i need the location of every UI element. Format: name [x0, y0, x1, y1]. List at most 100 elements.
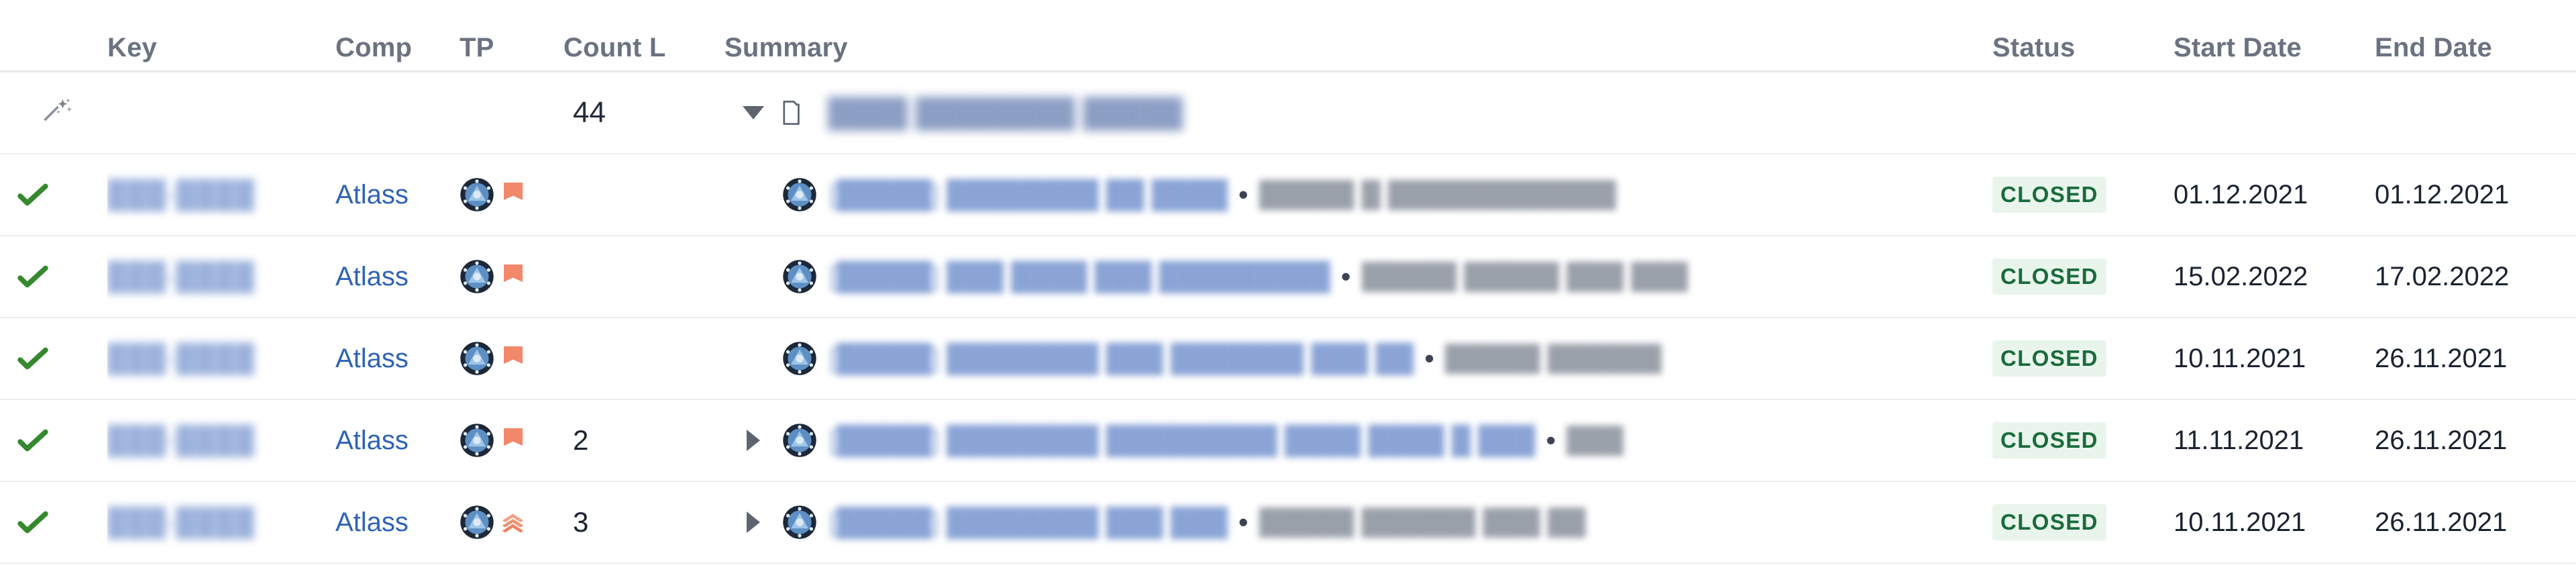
summary-separator: •	[1340, 260, 1351, 292]
priority-highest-chevrons-icon	[498, 506, 529, 538]
summary-link[interactable]: [█████] ████████ ███ ███	[829, 508, 1228, 538]
status-badge: CLOSED	[1992, 422, 2106, 458]
start-date-value: 10.11.2021	[2174, 507, 2306, 537]
row-key-cell[interactable]: ███-████	[107, 482, 335, 563]
row-count-links-cell	[564, 318, 724, 399]
summary-description: █████ █ ████████████	[1258, 179, 1617, 209]
summary-link[interactable]: [█████] ████████ ██ ████	[829, 180, 1228, 210]
end-date-value: 26.11.2021	[2375, 507, 2508, 537]
company-link[interactable]: Atlass	[335, 180, 453, 210]
table-row[interactable]: ███-████ Atlass [█████] ███ ████ ███ ███…	[0, 236, 2576, 318]
grid-header-row: Key Comp TP Count L Summary Status Start…	[0, 0, 2576, 72]
row-resolution-cell	[0, 154, 107, 235]
group-summary-row[interactable]: 44 ████ ████████ █████	[0, 72, 2576, 154]
row-resolution-cell	[0, 400, 107, 481]
arc-reactor-avatar-icon[interactable]	[460, 341, 494, 376]
row-key-cell[interactable]: ███-████	[107, 318, 335, 399]
end-date-value: 26.11.2021	[2375, 343, 2508, 373]
row-expand-toggle[interactable]	[724, 430, 782, 451]
row-end-date-cell: 26.11.2021	[2375, 482, 2576, 563]
green-check-icon	[15, 340, 51, 377]
priority-medium-flag-icon	[498, 179, 528, 211]
row-summary-cell: [█████] ███ ████ ███ █████████ • █████ █…	[724, 236, 1992, 317]
row-company-cell[interactable]: Atlass	[335, 236, 460, 317]
row-count-links-cell	[564, 154, 724, 235]
row-end-date-cell: 17.02.2022	[2375, 236, 2576, 317]
priority-medium-flag-icon	[498, 424, 528, 456]
start-date-value: 15.02.2022	[2174, 261, 2308, 291]
group-title: ████ ████████ █████	[828, 97, 1183, 128]
row-company-cell[interactable]: Atlass	[335, 400, 460, 481]
arc-reactor-avatar-icon[interactable]	[460, 505, 494, 540]
company-link[interactable]: Atlass	[335, 262, 453, 292]
issue-grid: Key Comp TP Count L Summary Status Start…	[0, 0, 2576, 580]
column-header-start-date[interactable]: Start Date	[2174, 33, 2302, 62]
green-check-icon	[15, 422, 51, 458]
company-link[interactable]: Atlass	[335, 508, 453, 538]
column-header-key[interactable]: Key	[107, 33, 157, 62]
row-summary-cell: [█████] ████████ ███ ███████ ███ ██ • ██…	[724, 318, 1992, 399]
row-key-cell[interactable]: ███-████	[107, 236, 335, 317]
row-end-date-cell: 01.12.2021	[2375, 154, 2576, 235]
summary-description: █████ ██████ ███ ██	[1258, 507, 1586, 537]
status-badge: CLOSED	[1992, 177, 2106, 213]
group-summary-cell: ████ ████████ █████	[724, 72, 1992, 153]
row-tp-cell	[460, 482, 564, 563]
issue-key-link[interactable]: ███-████	[107, 426, 255, 456]
arc-reactor-avatar-icon	[782, 341, 817, 376]
column-header-status[interactable]: Status	[1992, 33, 2075, 62]
end-date-value: 26.11.2021	[2375, 425, 2508, 455]
arc-reactor-avatar-icon[interactable]	[460, 177, 494, 212]
row-company-cell[interactable]: Atlass	[335, 154, 460, 235]
row-summary-cell: [█████] ████████ ██ ████ • █████ █ █████…	[724, 154, 1992, 235]
group-collapse-toggle[interactable]	[724, 106, 782, 119]
row-key-cell[interactable]: ███-████	[107, 154, 335, 235]
row-end-date-cell: 26.11.2021	[2375, 400, 2576, 481]
summary-separator: •	[1546, 424, 1556, 456]
column-header-company[interactable]: Comp	[335, 33, 412, 62]
green-check-icon	[15, 504, 51, 540]
arc-reactor-avatar-icon[interactable]	[460, 423, 494, 458]
column-header-summary[interactable]: Summary	[724, 33, 848, 62]
issue-key-link[interactable]: ███-████	[107, 262, 255, 292]
group-count-cell: 44	[564, 72, 724, 153]
priority-medium-flag-icon	[498, 260, 528, 293]
row-key-cell[interactable]: ███-████	[107, 400, 335, 481]
arc-reactor-avatar-icon	[782, 177, 817, 212]
column-header-tp[interactable]: TP	[460, 33, 494, 62]
issue-key-link[interactable]: ███-████	[107, 344, 255, 374]
table-row[interactable]: ███-████ Atlass [█████] ████████ ██ ████…	[0, 154, 2576, 236]
row-summary-cell: [█████] ████████ █████████ ████ ████ █ █…	[724, 400, 1992, 481]
chevron-down-icon	[743, 106, 764, 119]
row-start-date-cell: 10.11.2021	[2174, 318, 2375, 399]
arc-reactor-avatar-icon	[782, 423, 817, 458]
arc-reactor-avatar-icon	[782, 259, 817, 294]
column-header-count-links[interactable]: Count L	[564, 33, 665, 62]
row-company-cell[interactable]: Atlass	[335, 318, 460, 399]
chevron-right-icon	[747, 512, 760, 533]
arc-reactor-avatar-icon[interactable]	[460, 259, 494, 294]
start-date-value: 01.12.2021	[2174, 179, 2308, 209]
table-row[interactable]: ███-████ Atlass 2 [█████] ████████ █████…	[0, 400, 2576, 482]
green-check-icon	[15, 177, 51, 213]
summary-link[interactable]: [█████] ████████ ███ ███████ ███ ██	[829, 344, 1413, 374]
arc-reactor-avatar-icon	[782, 505, 817, 540]
group-count-value: 44	[573, 96, 606, 129]
table-row[interactable]: ███-████ Atlass [█████] ████████ ███ ███…	[0, 318, 2576, 400]
summary-link[interactable]: [█████] ███ ████ ███ █████████	[829, 262, 1330, 292]
group-tp-cell	[460, 72, 564, 153]
row-expand-toggle[interactable]	[724, 512, 782, 533]
company-link[interactable]: Atlass	[335, 344, 453, 374]
priority-medium-flag-icon	[498, 342, 528, 375]
table-row[interactable]: ███-████ Atlass 3 [█████] ████████ ███ █…	[0, 482, 2576, 564]
column-header-end-date[interactable]: End Date	[2375, 33, 2492, 62]
start-date-value: 11.11.2021	[2174, 425, 2304, 455]
group-status-cell	[1992, 72, 2174, 153]
company-link[interactable]: Atlass	[335, 426, 453, 456]
row-company-cell[interactable]: Atlass	[335, 482, 460, 563]
issue-key-link[interactable]: ███-████	[107, 508, 255, 538]
issue-key-link[interactable]: ███-████	[107, 180, 255, 210]
summary-description: ███	[1566, 425, 1624, 455]
summary-separator: •	[1424, 342, 1435, 374]
summary-link[interactable]: [█████] ████████ █████████ ████ ████ █ █…	[829, 426, 1535, 456]
